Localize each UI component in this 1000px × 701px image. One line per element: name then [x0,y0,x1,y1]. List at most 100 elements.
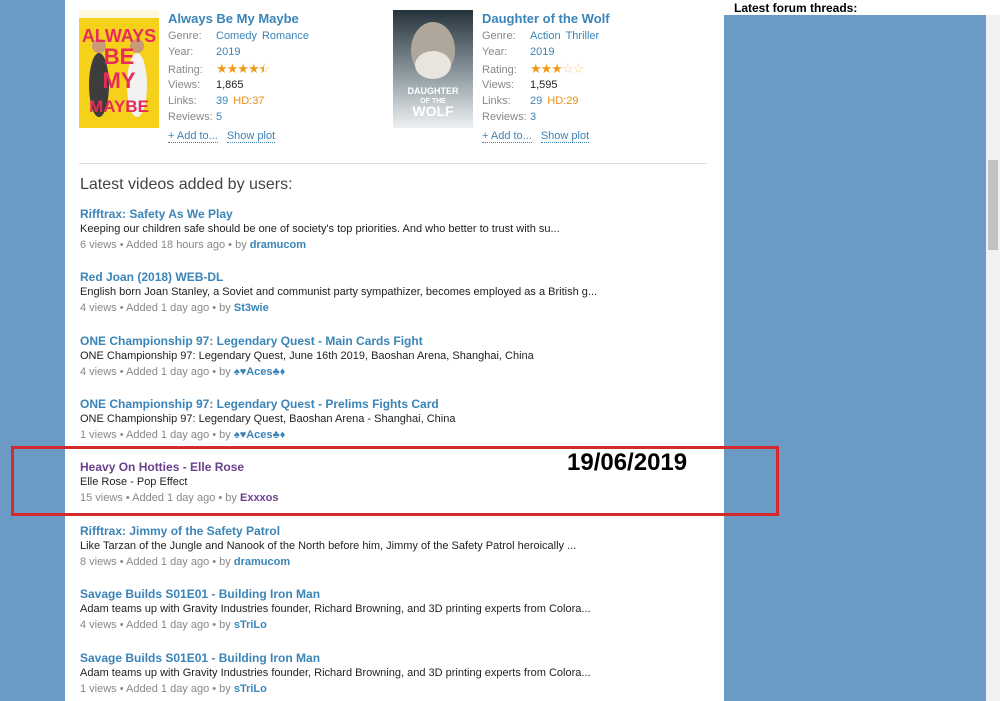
movie-poster[interactable]: ALWAYS BE MY MAYBE [79,10,159,128]
video-title-link[interactable]: ONE Championship 97: Legendary Quest - P… [80,396,710,412]
video-list-item: ONE Championship 97: Legendary Quest - P… [80,396,710,443]
video-list-item: Rifftrax: Jimmy of the Safety Patrol Lik… [80,523,710,570]
year-link[interactable]: 2019 [216,46,240,58]
views-label: Views: [482,78,515,91]
video-title-link[interactable]: Savage Builds S01E01 - Building Iron Man [80,586,710,602]
uploader-link[interactable]: dramucom [234,556,290,568]
forum-scrollbar[interactable] [986,15,1000,701]
movie-actions: + Add to... Show plot [482,129,692,143]
movie-title-link[interactable]: Always Be My Maybe [168,9,378,28]
scrollbar-thumb[interactable] [988,160,998,250]
poster-image: ALWAYS BE MY MAYBE [79,10,159,128]
movie-poster[interactable]: DAUGHTER OF THE WOLF [393,10,473,128]
poster-image: DAUGHTER OF THE WOLF [393,10,473,128]
video-stats: 4 views • Added 1 day ago • by [80,619,234,631]
annotation-date: 19/06/2019 [567,449,688,476]
links-label: Links: [168,95,197,108]
video-title-link[interactable]: Red Joan (2018) WEB-DL [80,269,710,285]
views-row: Views: 1,595 [482,77,692,93]
genre-link[interactable]: Romance [262,30,309,42]
featured-movie-card: ALWAYS BE MY MAYBE Always Be My Maybe Ge… [79,8,379,148]
year-label: Year: [168,46,194,59]
genre-link[interactable]: Action [530,30,561,42]
reviews-row: Reviews: 5 [168,109,378,125]
main-content: ALWAYS BE MY MAYBE Always Be My Maybe Ge… [65,0,723,701]
video-stats: 8 views • Added 1 day ago • by [80,556,234,568]
video-meta: 6 views • Added 18 hours ago • by dramuc… [80,237,710,253]
video-title-link[interactable]: Rifftrax: Jimmy of the Safety Patrol [80,523,710,539]
right-sidebar: Latest forum threads: [723,0,1000,701]
video-meta: 4 views • Added 1 day ago • by St3wie [80,300,710,316]
hd-count-link[interactable]: HD:29 [547,95,578,107]
rating-stars-icon: ★★★★☆★ [216,60,270,76]
add-to-button[interactable]: + Add to... [482,129,532,143]
genre-link[interactable]: Comedy [216,30,257,42]
add-to-button[interactable]: + Add to... [168,129,218,143]
links-row: Links: 39 HD:37 [168,93,378,109]
video-stats: 4 views • Added 1 day ago • by [80,302,234,314]
video-list-item: Savage Builds S01E01 - Building Iron Man… [80,586,710,633]
genre-link[interactable]: Thriller [566,30,600,42]
video-meta: 4 views • Added 1 day ago • by sTriLo [80,617,710,633]
uploader-link[interactable]: sTriLo [234,683,267,695]
rating-row: Rating: ★★★☆☆ [482,61,692,77]
video-list-item: Savage Builds S01E01 - Building Iron Man… [80,650,710,697]
poster-title-line-3: WOLF [412,103,454,119]
show-plot-button[interactable]: Show plot [540,129,590,143]
video-stats: 6 views • Added 18 hours ago • by [80,239,250,251]
genre-label: Genre: [482,30,516,42]
video-title-link[interactable]: Rifftrax: Safety As We Play [80,206,710,222]
year-row: Year: 2019 [168,44,378,60]
rating-stars-icon: ★★★☆☆ [530,60,584,76]
poster-title-line-1: DAUGHTER [408,86,459,96]
reviews-label: Reviews: [482,111,527,124]
links-count-link[interactable]: 29 [530,95,542,107]
latest-videos-heading: Latest videos added by users: [80,176,293,193]
year-row: Year: 2019 [482,44,692,60]
show-plot-button[interactable]: Show plot [226,129,276,143]
forum-threads-panel [724,15,986,701]
hd-count-link[interactable]: HD:37 [233,95,264,107]
section-divider [79,163,707,164]
reviews-count-link[interactable]: 3 [530,111,536,123]
genre-label: Genre: [168,30,202,42]
rating-row: Rating: ★★★★☆★ [168,61,378,77]
movie-title-link[interactable]: Daughter of the Wolf [482,9,692,28]
uploader-link[interactable]: sTriLo [234,619,267,631]
uploader-link[interactable]: ♠♥Aces♣♦ [234,366,286,378]
video-stats: 1 views • Added 1 day ago • by [80,429,234,441]
links-count-link[interactable]: 39 [216,95,228,107]
links-label: Links: [482,95,511,108]
video-title-link[interactable]: ONE Championship 97: Legendary Quest - M… [80,333,710,349]
video-description: Like Tarzan of the Jungle and Nanook of … [80,540,577,552]
uploader-link[interactable]: dramucom [250,239,306,251]
year-link[interactable]: 2019 [530,46,554,58]
rating-label: Rating: [482,63,517,76]
movie-actions: + Add to... Show plot [168,129,378,143]
movie-info: Daughter of the Wolf Genre: Action Thrille… [482,8,692,143]
video-stats: 1 views • Added 1 day ago • by [80,683,234,695]
year-label: Year: [482,46,508,59]
views-count: 1,865 [216,78,244,91]
video-list-item: Red Joan (2018) WEB-DL English born Joan… [80,269,710,316]
video-description: Adam teams up with Gravity Industries fo… [80,667,591,679]
video-description: ONE Championship 97: Legendary Quest, Ba… [80,413,456,425]
video-description: ONE Championship 97: Legendary Quest, Ju… [80,350,534,362]
poster-title-line-3: MY [103,68,136,93]
video-stats: 4 views • Added 1 day ago • by [80,366,234,378]
views-count: 1,595 [530,78,558,91]
poster-title-line-2: BE [104,44,135,69]
video-title-link[interactable]: Savage Builds S01E01 - Building Iron Man [80,650,710,666]
video-meta: 8 views • Added 1 day ago • by dramucom [80,554,710,570]
video-description: English born Joan Stanley, a Soviet and … [80,286,598,298]
forum-threads-heading: Latest forum threads: [734,1,858,15]
poster-title-line-4: MAYBE [89,97,149,116]
video-meta: 1 views • Added 1 day ago • by sTriLo [80,681,710,697]
views-row: Views: 1,865 [168,77,378,93]
links-row: Links: 29 HD:29 [482,93,692,109]
reviews-count-link[interactable]: 5 [216,111,222,123]
uploader-link[interactable]: St3wie [234,302,269,314]
video-list-item: ONE Championship 97: Legendary Quest - M… [80,333,710,380]
genre-row: Genre: Action Thriller [482,28,692,44]
uploader-link[interactable]: ♠♥Aces♣♦ [234,429,286,441]
